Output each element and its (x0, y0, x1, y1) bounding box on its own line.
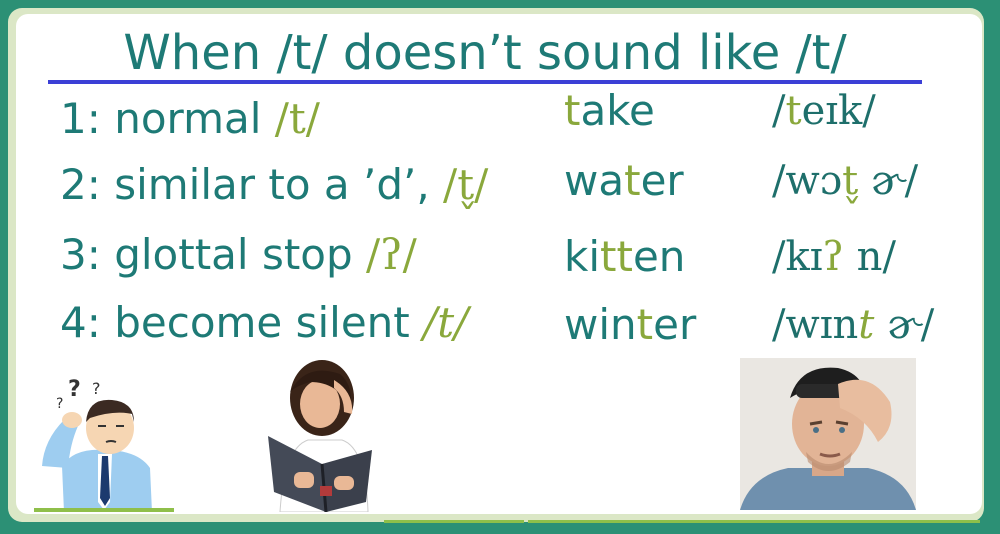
row-2-label: 2: similar to a ’d’, /t̬/ (60, 160, 488, 210)
phon-part: /kɪ (772, 234, 823, 280)
question-mark-large: ? (68, 377, 81, 402)
row-2-text: 2: similar to a ’d’, (60, 160, 444, 209)
row-2-word: water (564, 156, 684, 206)
row-3-ipa: /ʔ/ (366, 230, 417, 279)
row-3-word: kitten (564, 232, 685, 282)
title-underline (48, 80, 922, 84)
page-title: When /t/ doesn’t sound like /t/ (123, 25, 847, 81)
man-facepalm-photo (740, 358, 916, 510)
woman-reading-photo (250, 352, 380, 512)
row-3-transcription: /kɪʔ n/ (772, 232, 896, 282)
row-1-text: 1: normal (60, 94, 275, 143)
word-part: ake (580, 86, 655, 135)
row-2-transcription: /wɔt̬ ɚ/ (772, 156, 918, 206)
word-part: en (632, 232, 686, 281)
row-3-text: 3: glottal stop (60, 230, 366, 279)
row-2-ipa: /t̬/ (443, 160, 489, 209)
row-4-ipa: /t/ (423, 298, 469, 347)
phon-part: eɪk/ (801, 88, 876, 134)
confused-cartoon-illustration: ? ? ? (34, 377, 174, 512)
row-4-word: winter (564, 300, 696, 350)
phon-highlight: ʔ (822, 234, 844, 280)
word-part: er (640, 156, 684, 205)
word-part: er (653, 300, 697, 349)
phon-part: / (772, 88, 786, 134)
question-mark-medium: ? (92, 379, 101, 398)
bottom-divider-right (528, 520, 980, 523)
phon-part: /wɔ (772, 158, 843, 204)
word-highlight: t (636, 300, 654, 349)
phon-part: ɚ/ (858, 158, 919, 204)
word-part: wa (564, 156, 625, 205)
word-highlight: tt (600, 232, 633, 281)
phon-part: /wɪn (772, 302, 859, 348)
phon-part: ɚ/ (874, 302, 935, 348)
row-4-label: 4: become silent /t/ (60, 298, 468, 348)
row-3-label: 3: glottal stop /ʔ/ (60, 230, 417, 280)
row-1-word: take (564, 86, 655, 136)
phon-highlight: t (858, 302, 875, 348)
word-highlight: t (564, 86, 581, 135)
phon-highlight: t (785, 88, 802, 134)
word-highlight: t (624, 156, 641, 205)
question-mark-small: ? (56, 396, 63, 412)
row-4-transcription: /wɪnt ɚ/ (772, 300, 934, 350)
word-part: ki (564, 232, 600, 281)
phon-highlight: t̬ (842, 158, 859, 204)
phon-part: n/ (843, 234, 896, 280)
row-1-transcription: /teɪk/ (772, 86, 876, 136)
word-part: win (564, 300, 637, 349)
row-4-text: 4: become silent (60, 298, 424, 347)
bottom-divider-left (384, 520, 524, 523)
row-1-label: 1: normal /t/ (60, 94, 320, 144)
row-1-ipa: /t/ (274, 94, 320, 143)
